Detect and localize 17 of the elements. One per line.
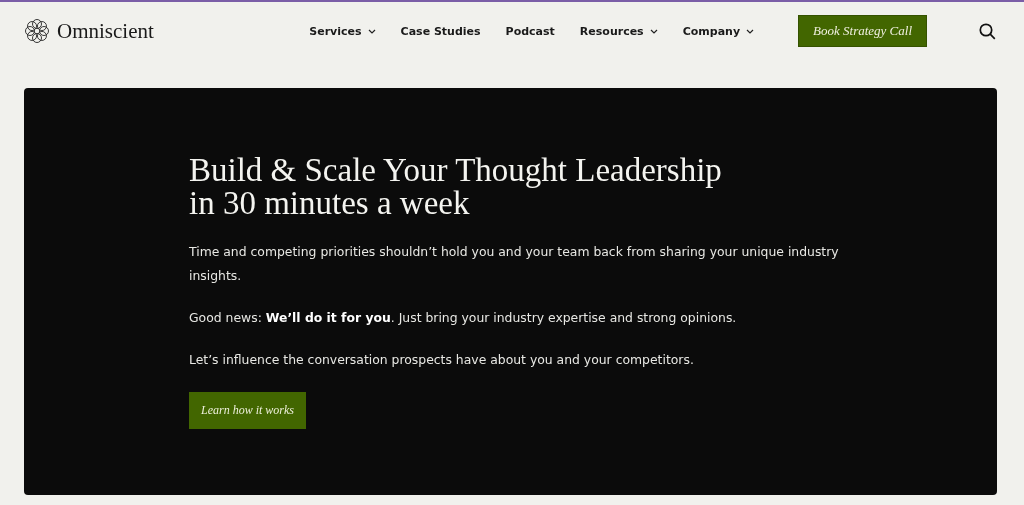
caret-icon: [649, 28, 658, 34]
book-call-button[interactable]: Book Strategy Call: [798, 15, 927, 47]
learn-button[interactable]: Learn how it works: [189, 392, 306, 429]
hero-paragraph: Good news: We’ll do it for you. Just bring your industry expertise and strong opinions.: [189, 309, 738, 327]
nav-link[interactable]: Company: [682, 24, 755, 38]
hero-paragraph: Let’s influence the conversation prospects have about you and your competitors.: [189, 351, 695, 369]
caret-icon: [367, 28, 376, 34]
nav-link[interactable]: Podcast: [505, 24, 555, 38]
hero-heading: Build & Scale Your Thought Leadership in 30 minutes a week: [189, 154, 723, 220]
logo-text[interactable]: Omniscient: [57, 18, 154, 44]
nav-link[interactable]: Resources: [579, 24, 658, 38]
hero-paragraph: Time and competing priorities shouldn’t hold you and your team back from sharing your unique industry insights.: [189, 243, 840, 285]
nav-link[interactable]: Case Studies: [400, 24, 481, 38]
caret-icon: [746, 28, 755, 34]
logo-icon: [25, 19, 49, 43]
nav-link[interactable]: Services: [309, 24, 376, 38]
search-icon[interactable]: [979, 22, 996, 40]
